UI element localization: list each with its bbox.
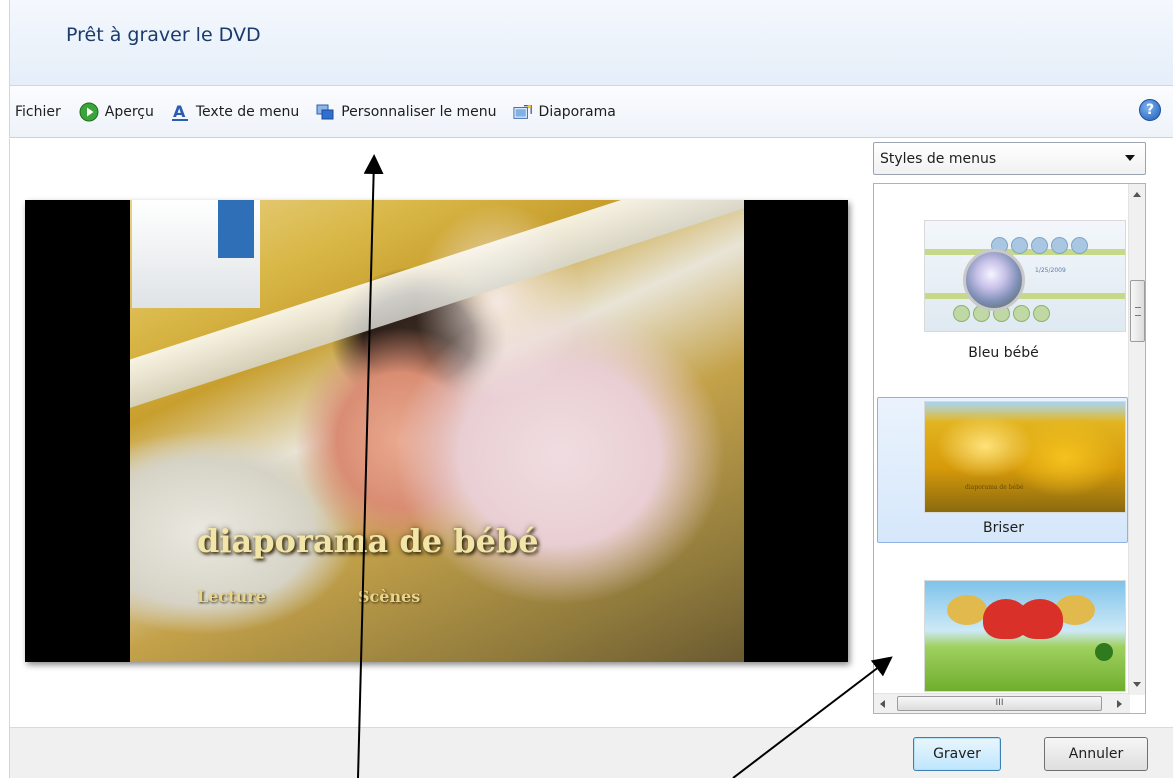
style-thumbnail: diaporama de bébé — [924, 401, 1126, 513]
thumb-flower — [947, 595, 987, 625]
menu-text-label: Texte de menu — [195, 103, 300, 120]
scroll-right-icon[interactable] — [1117, 700, 1122, 708]
customize-menu-button[interactable]: Personnaliser le menu — [312, 97, 499, 127]
thumb-dot — [1051, 237, 1068, 254]
dvd-scenes-button[interactable]: Scènes — [358, 587, 420, 606]
burn-button[interactable]: Graver — [913, 737, 1001, 771]
thumb-sky — [925, 402, 1125, 422]
style-item-bleu-bebe[interactable]: 1/25/2009 Bleu bébé — [877, 202, 1128, 361]
scroll-left-icon[interactable] — [880, 700, 885, 708]
thumb-photo — [963, 249, 1025, 311]
thumb-text: 1/25/2009 — [1035, 267, 1066, 274]
scrollbar-thumb[interactable]: III — [897, 696, 1102, 711]
vertical-scrollbar[interactable] — [1128, 184, 1145, 695]
scroll-down-icon[interactable] — [1133, 682, 1141, 687]
text-a-icon: A — [170, 102, 190, 122]
style-item-3[interactable] — [877, 562, 1128, 708]
dvd-menu-title: diaporama de bébé — [197, 522, 539, 560]
dvd-play-button[interactable]: Lecture — [197, 587, 266, 606]
thumb-dot — [1031, 237, 1048, 254]
slideshow-button[interactable]: Diaporama — [510, 97, 619, 127]
preview-button[interactable]: Aperçu — [76, 97, 157, 127]
slideshow-label: Diaporama — [538, 103, 616, 120]
scroll-up-icon[interactable] — [1133, 192, 1141, 197]
toolbar: Fichier Aperçu A Texte de menu Personnal… — [9, 86, 1173, 138]
help-icon[interactable]: ? — [1139, 99, 1161, 121]
file-menu-label: Fichier — [15, 103, 61, 120]
dvd-menu-preview: diaporama de bébé Lecture Scènes — [25, 200, 848, 662]
thumb-stripe — [925, 293, 1125, 299]
menu-styles-list[interactable]: 1/25/2009 Bleu bébé diaporama de bébé Br… — [873, 183, 1146, 714]
thumb-dot — [1033, 305, 1050, 322]
preview-photo-object — [218, 200, 254, 258]
customize-menu-label: Personnaliser le menu — [341, 103, 497, 120]
style-thumbnail: 1/25/2009 — [924, 220, 1126, 332]
bottom-bar: Graver Annuler — [9, 727, 1173, 778]
thumb-dot — [1011, 237, 1028, 254]
thumb-text: diaporama de bébé — [965, 484, 1024, 491]
style-item-label: Bleu bébé — [968, 345, 1039, 361]
menu-styles-dropdown-value: Styles de menus — [880, 150, 997, 167]
style-item-briser[interactable]: diaporama de bébé Briser — [877, 397, 1128, 543]
style-thumbnail — [924, 580, 1126, 692]
page-title: Prêt à graver le DVD — [66, 24, 261, 46]
scrollbar-thumb[interactable] — [1130, 280, 1145, 342]
window-header: Prêt à graver le DVD — [9, 0, 1173, 86]
thumb-dot — [1071, 237, 1088, 254]
chevron-down-icon — [1125, 155, 1135, 161]
palette-icon — [315, 102, 335, 122]
thumb-dot — [1013, 305, 1030, 322]
thumb-heart — [1017, 599, 1063, 639]
slideshow-icon — [513, 102, 533, 122]
thumb-dot — [953, 305, 970, 322]
menu-text-button[interactable]: A Texte de menu — [167, 97, 302, 127]
play-circle-icon — [79, 102, 99, 122]
style-item-label: Briser — [983, 520, 1024, 536]
preview-label: Aperçu — [104, 103, 154, 120]
horizontal-scrollbar[interactable]: III — [874, 693, 1130, 713]
svg-text:A: A — [173, 102, 186, 121]
cancel-button[interactable]: Annuler — [1044, 737, 1148, 771]
file-menu[interactable]: Fichier — [12, 97, 64, 127]
menu-styles-dropdown[interactable]: Styles de menus — [873, 142, 1146, 175]
thumb-tree — [1095, 643, 1113, 661]
